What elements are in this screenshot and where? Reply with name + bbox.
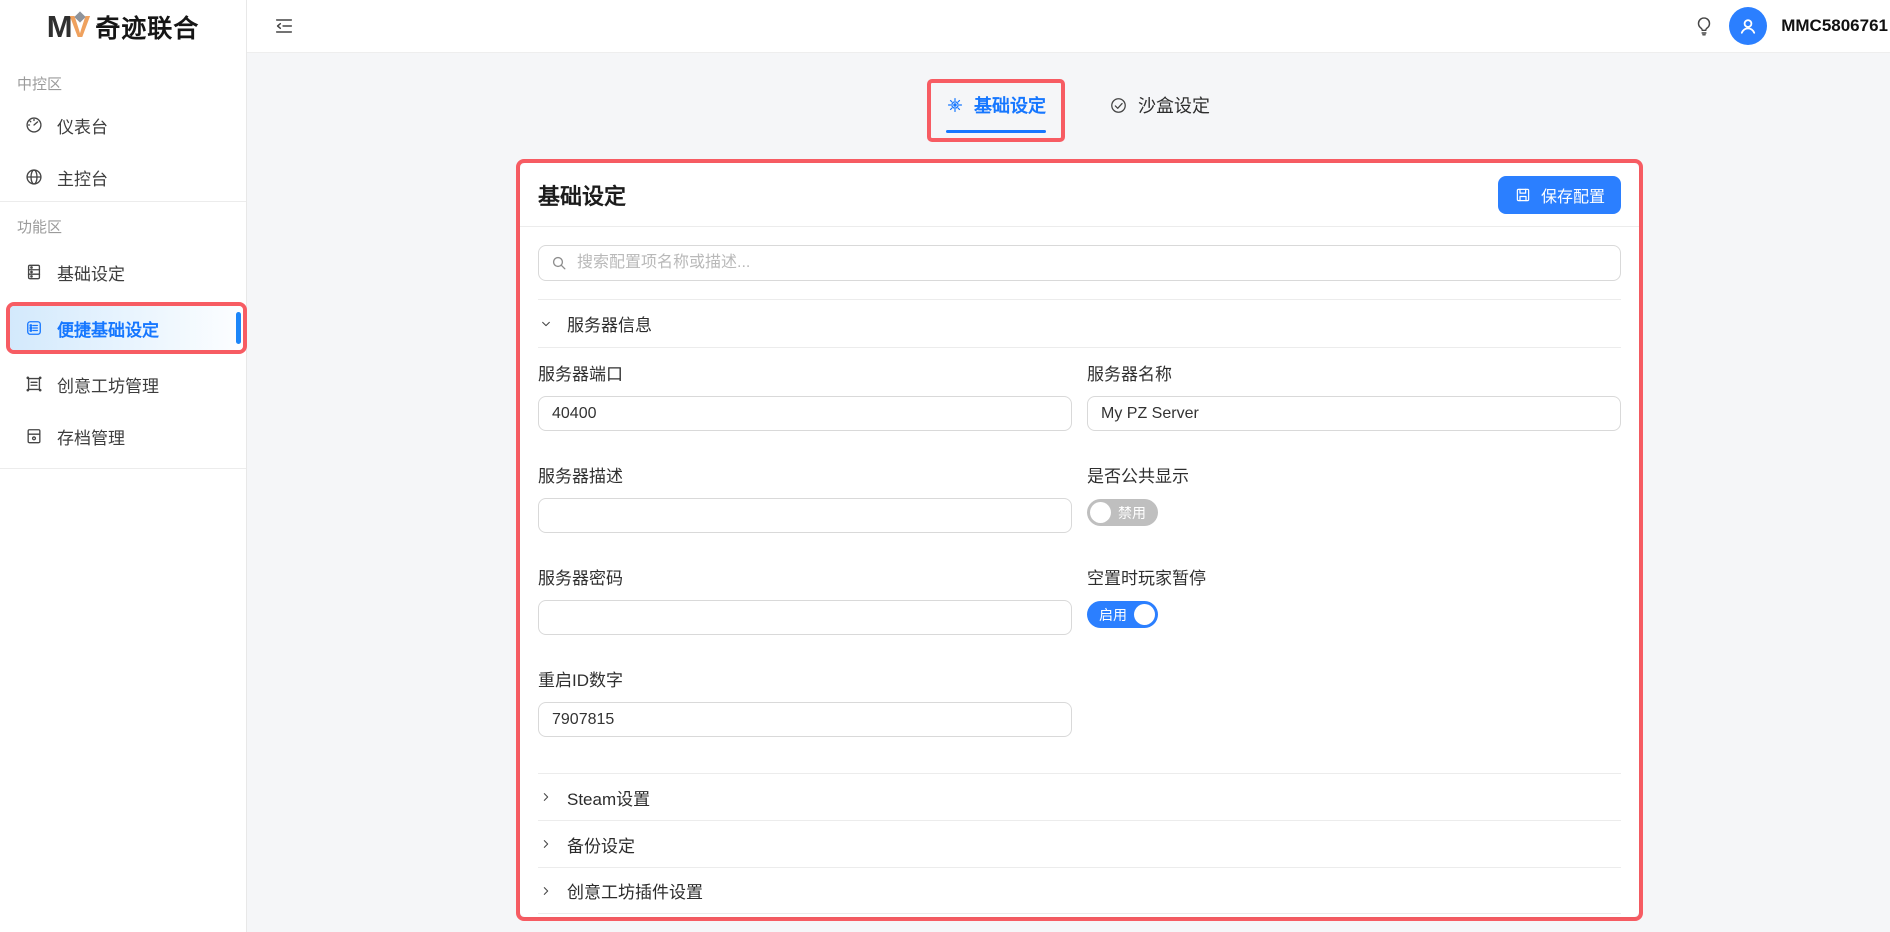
check-circle-icon bbox=[1109, 96, 1128, 115]
section-title: 备份设定 bbox=[567, 832, 635, 857]
section-server-info[interactable]: 服务器信息 bbox=[538, 299, 1621, 348]
tab-label: 基础设定 bbox=[974, 92, 1046, 118]
field-pause-when-empty: 空置时玩家暂停 启用 bbox=[1087, 568, 1621, 635]
panel-title: 基础设定 bbox=[538, 179, 626, 211]
section-title: 服务器信息 bbox=[567, 311, 652, 336]
workshop-icon bbox=[24, 374, 44, 394]
annotation-box-active-tab: 基础设定 bbox=[927, 79, 1065, 142]
pause-when-empty-toggle[interactable]: 启用 bbox=[1087, 601, 1158, 628]
brand-logo: M V 奇迹联合 bbox=[0, 0, 246, 53]
logo-letter-m: M bbox=[47, 9, 72, 45]
chevron-down-icon bbox=[538, 316, 554, 332]
panel-header: 基础设定 保存配置 bbox=[520, 163, 1639, 227]
chevron-right-icon bbox=[538, 836, 554, 852]
chevron-right-icon bbox=[538, 789, 554, 805]
tab-sandbox-settings[interactable]: 沙盒设定 bbox=[1109, 92, 1210, 133]
server-password-input[interactable] bbox=[538, 600, 1072, 635]
sidebar-item-label: 仪表台 bbox=[57, 113, 108, 138]
field-public-visible: 是否公共显示 禁用 bbox=[1087, 466, 1621, 533]
config-search bbox=[538, 245, 1621, 281]
section-backup-settings[interactable]: 备份设定 bbox=[538, 820, 1621, 867]
sidebar-item-save-management[interactable]: 存档管理 bbox=[10, 414, 236, 458]
sidebar-item-label: 存档管理 bbox=[57, 424, 125, 449]
field-server-name: 服务器名称 bbox=[1087, 364, 1621, 431]
search-input[interactable] bbox=[538, 245, 1621, 281]
logo-letter-v: V bbox=[70, 9, 91, 45]
avatar[interactable] bbox=[1729, 7, 1767, 45]
app: M V 奇迹联合 中控区 仪表台 主控台 功能区 基础设定 bbox=[0, 0, 1890, 932]
annotation-box-sidebar-active: 便捷基础设定 bbox=[6, 302, 247, 354]
tabbar: 基础设定 沙盒设定 bbox=[247, 92, 1890, 142]
active-indicator-bar bbox=[236, 312, 241, 344]
person-icon bbox=[1736, 14, 1760, 38]
tab-active-underline bbox=[946, 130, 1046, 133]
sidebar-item-console[interactable]: 主控台 bbox=[10, 155, 236, 199]
lightbulb-icon[interactable] bbox=[1693, 15, 1715, 37]
field-restart-id: 重启ID数字 bbox=[538, 670, 1072, 737]
menu-fold-icon[interactable] bbox=[273, 15, 295, 37]
sidebar-item-dashboard[interactable]: 仪表台 bbox=[10, 103, 236, 147]
field-server-password: 服务器密码 bbox=[538, 568, 1072, 635]
public-visible-toggle[interactable]: 禁用 bbox=[1087, 499, 1158, 526]
restart-id-input[interactable] bbox=[538, 702, 1072, 737]
server-info-fields: 服务器端口 服务器名称 服务器描述 是否公共显示 bbox=[538, 348, 1621, 737]
save-config-button[interactable]: 保存配置 bbox=[1498, 176, 1621, 214]
tab-label: 沙盒设定 bbox=[1138, 92, 1210, 118]
sidebar-item-quick-basic-settings[interactable]: 便捷基础设定 bbox=[10, 306, 243, 350]
panel-body: 服务器信息 服务器端口 服务器名称 服务器描述 bbox=[520, 227, 1639, 917]
list-icon bbox=[24, 318, 44, 338]
annotation-box-panel: 基础设定 保存配置 bbox=[516, 159, 1643, 921]
field-server-description: 服务器描述 bbox=[538, 466, 1072, 533]
field-label: 服务器密码 bbox=[538, 568, 1072, 590]
topbar-right: MMC5806761 bbox=[1693, 7, 1888, 45]
section-workshop-plugin-settings[interactable]: 创意工坊插件设置 bbox=[538, 867, 1621, 914]
username[interactable]: MMC5806761 bbox=[1781, 16, 1888, 36]
field-label: 服务器名称 bbox=[1087, 364, 1621, 386]
gear-icon bbox=[946, 96, 964, 114]
section-steam-settings[interactable]: Steam设置 bbox=[538, 773, 1621, 820]
sidebar-item-workshop-management[interactable]: 创意工坊管理 bbox=[10, 362, 236, 406]
sidebar-group-function: 功能区 bbox=[0, 218, 246, 238]
server-icon bbox=[24, 262, 44, 282]
toggle-knob bbox=[1090, 502, 1111, 523]
field-label: 服务器描述 bbox=[538, 466, 1072, 488]
floppy-icon bbox=[1514, 186, 1532, 204]
toggle-label: 禁用 bbox=[1118, 503, 1146, 523]
field-label: 是否公共显示 bbox=[1087, 466, 1621, 488]
search-icon bbox=[549, 253, 569, 273]
server-name-input[interactable] bbox=[1087, 396, 1621, 431]
brand-name: 奇迹联合 bbox=[95, 9, 199, 45]
field-label: 服务器端口 bbox=[538, 364, 1072, 386]
section-title: Steam设置 bbox=[567, 785, 650, 810]
field-server-port: 服务器端口 bbox=[538, 364, 1072, 431]
server-port-input[interactable] bbox=[538, 396, 1072, 431]
sidebar-divider bbox=[0, 201, 246, 202]
sidebar-group-control: 中控区 bbox=[0, 75, 246, 95]
field-label: 空置时玩家暂停 bbox=[1087, 568, 1621, 590]
sidebar-item-label: 基础设定 bbox=[57, 260, 125, 285]
field-empty bbox=[1087, 670, 1621, 737]
archive-icon bbox=[24, 426, 44, 446]
topbar: MMC5806761 bbox=[247, 0, 1890, 53]
sidebar-item-label: 主控台 bbox=[57, 165, 108, 190]
server-description-input[interactable] bbox=[538, 498, 1072, 533]
section-title: 创意工坊插件设置 bbox=[567, 878, 703, 903]
field-label: 重启ID数字 bbox=[538, 670, 1072, 692]
sidebar-divider bbox=[0, 468, 246, 469]
settings-panel: 基础设定 保存配置 bbox=[520, 163, 1639, 917]
globe-icon bbox=[24, 167, 44, 187]
sidebar-item-label: 创意工坊管理 bbox=[57, 372, 159, 397]
sidebar-item-basic-settings[interactable]: 基础设定 bbox=[10, 250, 236, 294]
chevron-right-icon bbox=[538, 883, 554, 899]
sidebar-item-label: 便捷基础设定 bbox=[57, 316, 159, 341]
gauge-icon bbox=[24, 115, 44, 135]
sidebar: M V 奇迹联合 中控区 仪表台 主控台 功能区 基础设定 bbox=[0, 0, 247, 932]
collapsed-sections: Steam设置 备份设定 创意工坊插件设置 bbox=[538, 773, 1621, 914]
toggle-label: 启用 bbox=[1099, 605, 1127, 625]
tab-basic-settings[interactable]: 基础设定 bbox=[946, 92, 1046, 133]
toggle-knob bbox=[1134, 604, 1155, 625]
